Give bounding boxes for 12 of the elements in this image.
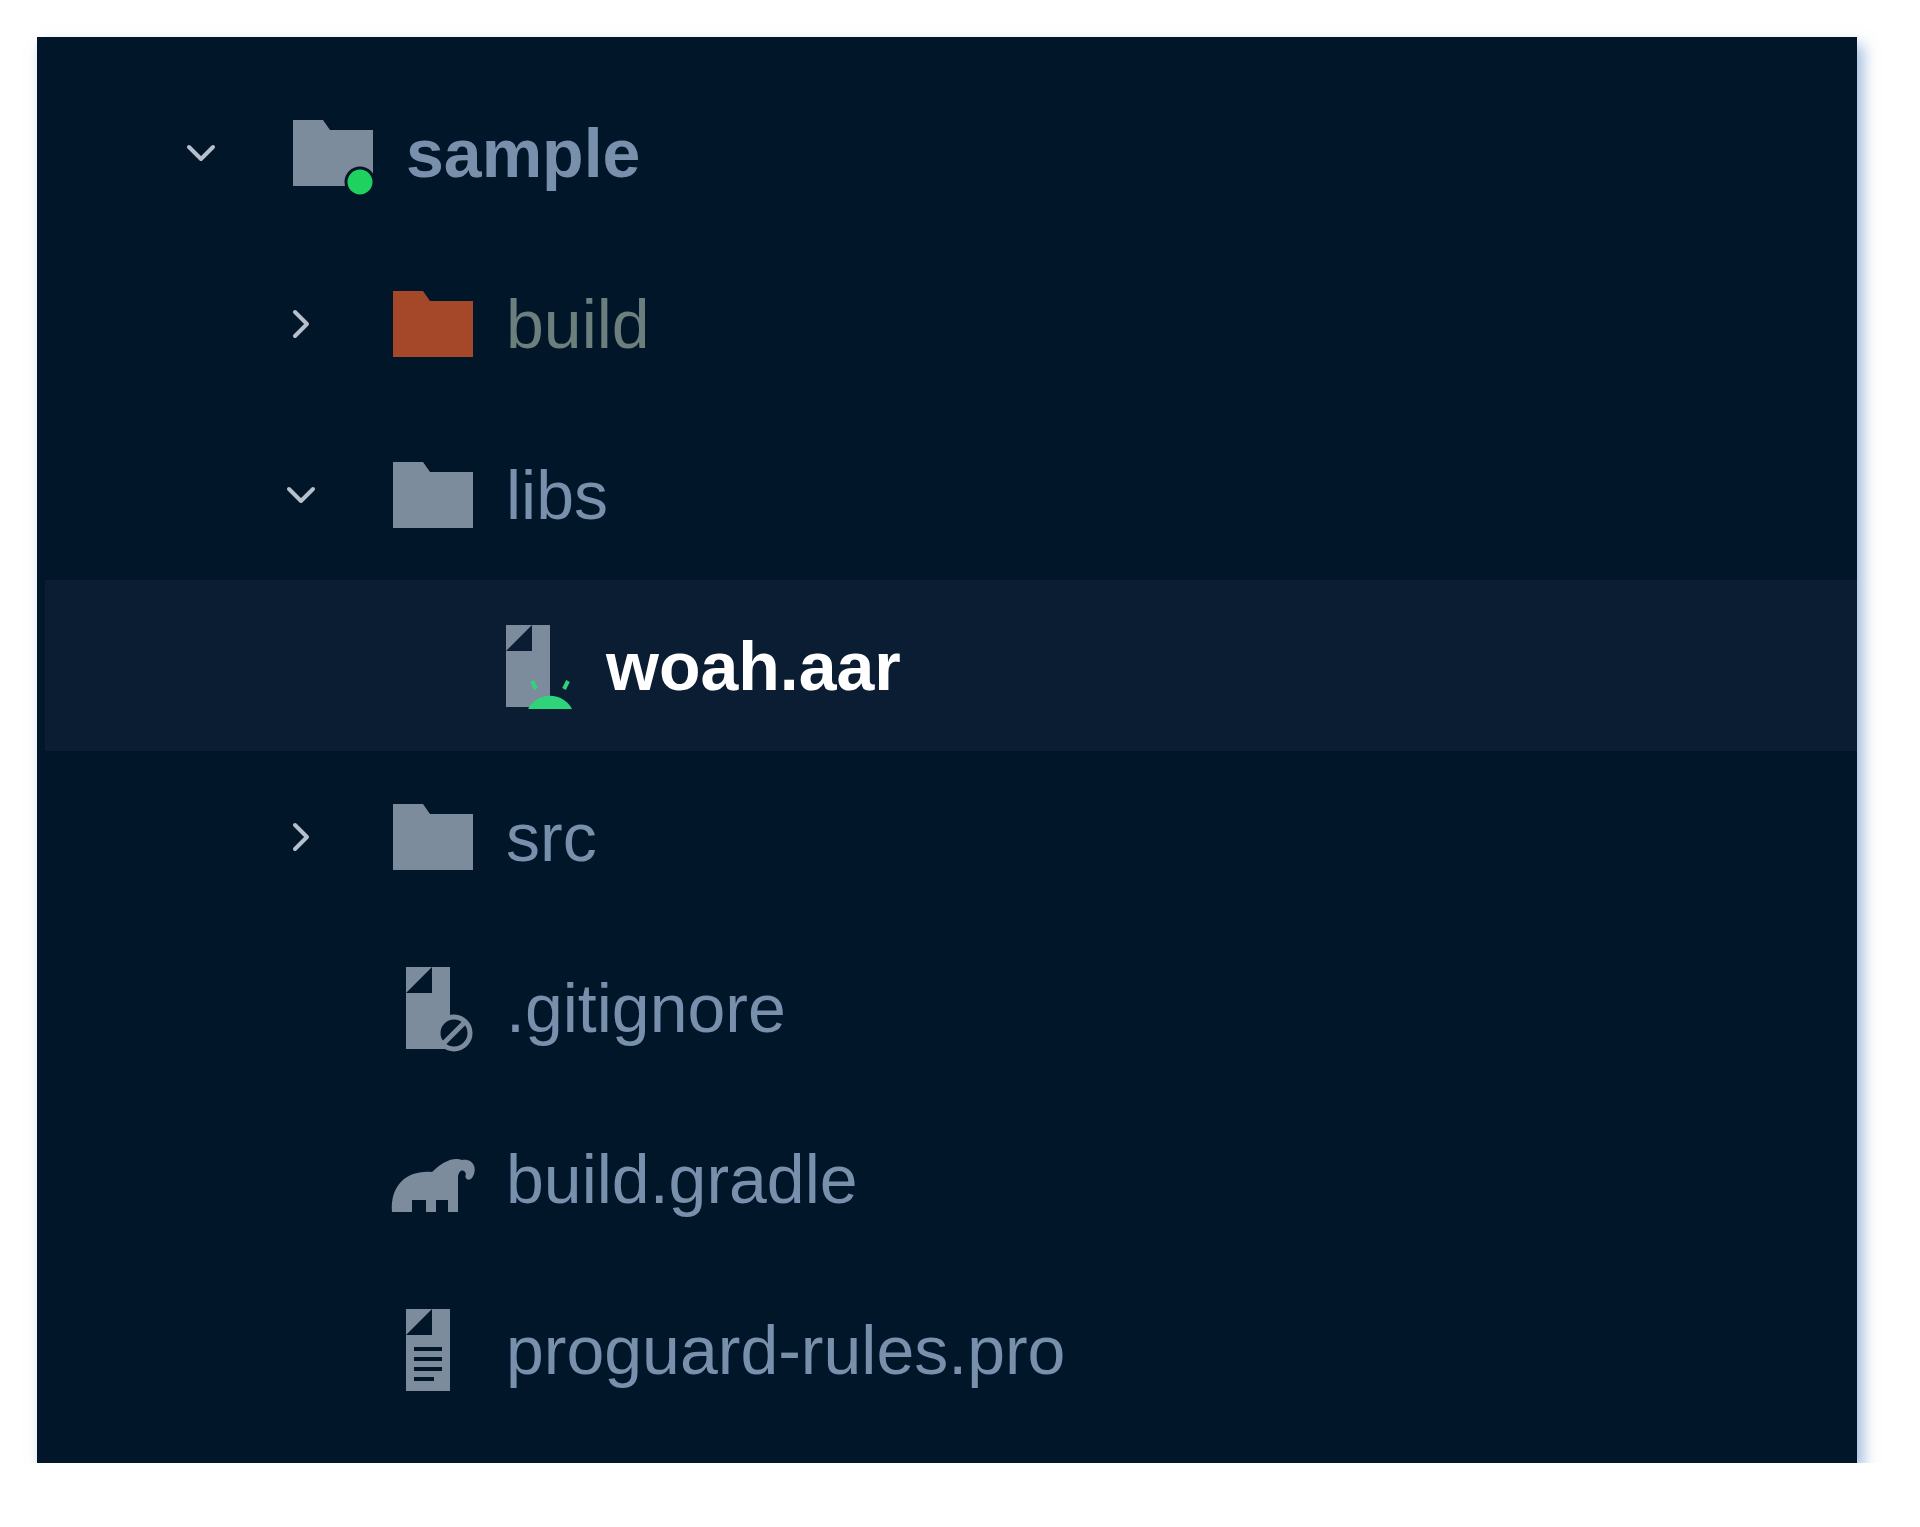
- item-label: woah.aar: [606, 631, 901, 700]
- tree-row[interactable]: woah.aar: [45, 580, 1857, 751]
- item-label: src: [506, 802, 597, 871]
- tree-row[interactable]: build.gradle: [45, 1093, 1857, 1264]
- tree-row[interactable]: build: [45, 238, 1857, 409]
- tree-row[interactable]: sample: [45, 67, 1857, 238]
- item-label: libs: [506, 460, 609, 529]
- tree-row[interactable]: libs: [45, 409, 1857, 580]
- tree-row[interactable]: src: [45, 751, 1857, 922]
- item-label: build: [506, 289, 650, 358]
- tree-row[interactable]: proguard-rules.pro: [45, 1264, 1857, 1435]
- tree-row[interactable]: .gitignore: [45, 922, 1857, 1093]
